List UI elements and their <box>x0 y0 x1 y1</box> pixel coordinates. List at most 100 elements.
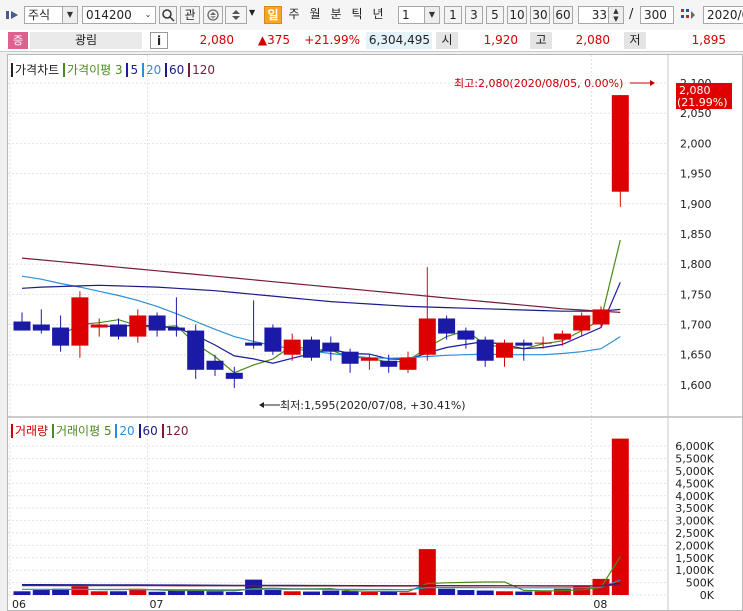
info-button[interactable]: i <box>150 32 168 49</box>
candle[interactable] <box>341 351 359 364</box>
stock-chart[interactable]: 2,1002,0502,0001,9501,9001,8501,8001,750… <box>8 55 742 610</box>
candle[interactable] <box>225 372 243 379</box>
period-tab-tick[interactable]: 틱 <box>348 6 366 24</box>
candle[interactable] <box>553 333 571 340</box>
interval-10-button[interactable]: 10 <box>507 6 527 24</box>
up-down-arrow-icon <box>232 10 240 20</box>
candle[interactable] <box>360 357 378 361</box>
price-moving-averages <box>21 239 621 374</box>
low-label: 저 <box>624 32 646 49</box>
candle[interactable] <box>592 309 610 325</box>
open-price: 1,920 <box>483 33 518 47</box>
candle[interactable] <box>573 315 591 331</box>
candle[interactable] <box>418 318 436 355</box>
volume-bar[interactable] <box>206 591 224 595</box>
candle[interactable] <box>476 339 494 361</box>
volume-bar[interactable] <box>110 591 127 595</box>
link-button[interactable] <box>203 6 223 24</box>
candle[interactable] <box>110 324 127 337</box>
candle[interactable] <box>515 342 533 346</box>
volume-bar[interactable] <box>341 591 359 595</box>
volume-bar[interactable] <box>496 591 513 595</box>
volume-bar[interactable] <box>264 590 282 595</box>
high-label: 고 <box>530 32 552 49</box>
candle[interactable] <box>167 327 185 331</box>
volume-bar[interactable] <box>322 590 340 595</box>
candle[interactable] <box>148 315 166 331</box>
volume-bar[interactable] <box>303 591 320 595</box>
gwan-button[interactable]: 관 <box>180 6 200 24</box>
volume-bar[interactable] <box>148 591 166 595</box>
candle[interactable] <box>399 357 417 370</box>
volume-bar[interactable] <box>457 590 475 595</box>
candle[interactable] <box>611 95 629 192</box>
chart-area[interactable]: 가격차트 가격이평 3 5 20 60 120 거래량 거래이평 5 20 60… <box>7 54 743 611</box>
candle[interactable] <box>534 342 552 344</box>
period-tab-day[interactable]: 일 <box>264 6 282 24</box>
volume-bar[interactable] <box>32 590 50 595</box>
volume-bar[interactable] <box>399 592 417 595</box>
candle[interactable] <box>90 324 108 328</box>
candle[interactable] <box>206 360 224 370</box>
period-tab-month[interactable]: 월 <box>306 6 324 24</box>
market-select-value: 주식 <box>28 8 51 22</box>
candle[interactable] <box>187 330 205 370</box>
volume-bar[interactable] <box>438 588 456 595</box>
chart-settings-icon[interactable] <box>680 7 696 23</box>
candle[interactable] <box>457 330 475 340</box>
up-down-button[interactable] <box>225 6 247 24</box>
candle[interactable] <box>32 324 50 331</box>
candle[interactable] <box>71 297 89 346</box>
volume-bar[interactable] <box>360 592 378 595</box>
volume-bar[interactable] <box>476 590 494 595</box>
volume-bar[interactable] <box>90 591 108 595</box>
volume-bar[interactable] <box>225 592 243 595</box>
market-select[interactable]: 주식 ▼ <box>24 6 78 24</box>
volume-tick-label: 1,000K <box>675 564 714 577</box>
date-input[interactable]: 2020/0 <box>703 6 743 24</box>
interval-3-button[interactable]: 3 <box>465 6 483 24</box>
interval-select[interactable]: 1 ▼ <box>398 6 440 24</box>
chevron-down-icon[interactable]: ▼ <box>249 8 255 17</box>
volume-bar[interactable] <box>534 591 552 595</box>
candle[interactable] <box>245 342 263 346</box>
candle[interactable] <box>283 339 301 355</box>
candle[interactable] <box>438 318 456 334</box>
total-count-input[interactable]: 300 <box>640 6 674 24</box>
volume-bar[interactable] <box>380 591 398 595</box>
period-tab-week[interactable]: 주 <box>285 6 303 24</box>
interval-1-button[interactable]: 1 <box>444 6 462 24</box>
volume-bar[interactable] <box>283 591 301 595</box>
chevron-down-icon[interactable]: ⌄ <box>141 7 155 23</box>
candle[interactable] <box>264 327 282 352</box>
stepper-arrows-icon[interactable]: ▲ ▼ <box>608 7 623 23</box>
count-separator: / <box>629 7 634 22</box>
candle[interactable] <box>322 342 340 352</box>
chevron-down-icon[interactable]: ▼ <box>424 7 439 23</box>
interval-5-button[interactable]: 5 <box>486 6 504 24</box>
period-tab-year[interactable]: 년 <box>369 6 387 24</box>
volume-bar[interactable] <box>515 591 533 595</box>
chevron-down-icon[interactable]: ▼ <box>62 7 77 23</box>
candle[interactable] <box>496 342 513 358</box>
stock-code-input[interactable]: 014200 ⌄ <box>82 6 156 24</box>
period-tab-minute[interactable]: 분 <box>327 6 345 24</box>
count-stepper[interactable]: 33 ▲ ▼ <box>578 6 624 24</box>
volume-bar[interactable] <box>245 579 263 595</box>
price-tick-label: 1,950 <box>680 168 712 181</box>
x-tick-label: 06 <box>12 598 26 610</box>
volume-bar[interactable] <box>611 438 629 595</box>
search-icon <box>162 9 175 22</box>
candle[interactable] <box>129 315 147 337</box>
search-button[interactable] <box>159 6 177 24</box>
candle[interactable] <box>52 327 70 346</box>
low-price: 1,895 <box>691 33 726 47</box>
volume-bar[interactable] <box>71 586 89 595</box>
volume-bar[interactable] <box>13 591 31 595</box>
candle[interactable] <box>303 339 320 358</box>
candle[interactable] <box>380 360 398 367</box>
volume-bar[interactable] <box>553 588 571 595</box>
interval-30-button[interactable]: 30 <box>530 6 550 24</box>
candle[interactable] <box>13 321 31 331</box>
interval-60-button[interactable]: 60 <box>553 6 573 24</box>
